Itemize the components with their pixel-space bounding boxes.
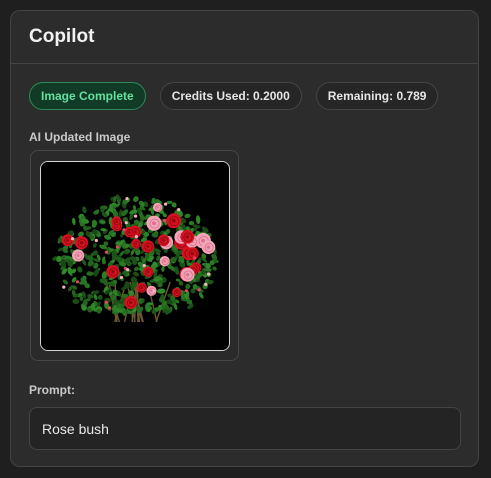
status-badges: Image Complete Credits Used: 0.2000 Rema… — [29, 82, 439, 110]
credits-used-badge: Credits Used: 0.2000 — [159, 82, 302, 110]
rose-bush-image[interactable] — [39, 160, 230, 351]
prompt-value: Rose bush — [42, 420, 109, 437]
panel-header: Copilot — [11, 11, 478, 64]
prompt-label: Prompt: — [29, 383, 75, 397]
status-badge-complete: Image Complete — [29, 82, 146, 110]
panel-title: Copilot — [29, 26, 95, 47]
image-section-label: AI Updated Image — [29, 130, 131, 144]
prompt-field[interactable]: Rose bush — [29, 407, 461, 450]
copilot-panel: Copilot Image Complete Credits Used: 0.2… — [10, 10, 479, 467]
remaining-credits-badge: Remaining: 0.789 — [315, 82, 439, 110]
rose-bush-illustration — [40, 161, 229, 350]
image-card[interactable] — [30, 150, 239, 361]
